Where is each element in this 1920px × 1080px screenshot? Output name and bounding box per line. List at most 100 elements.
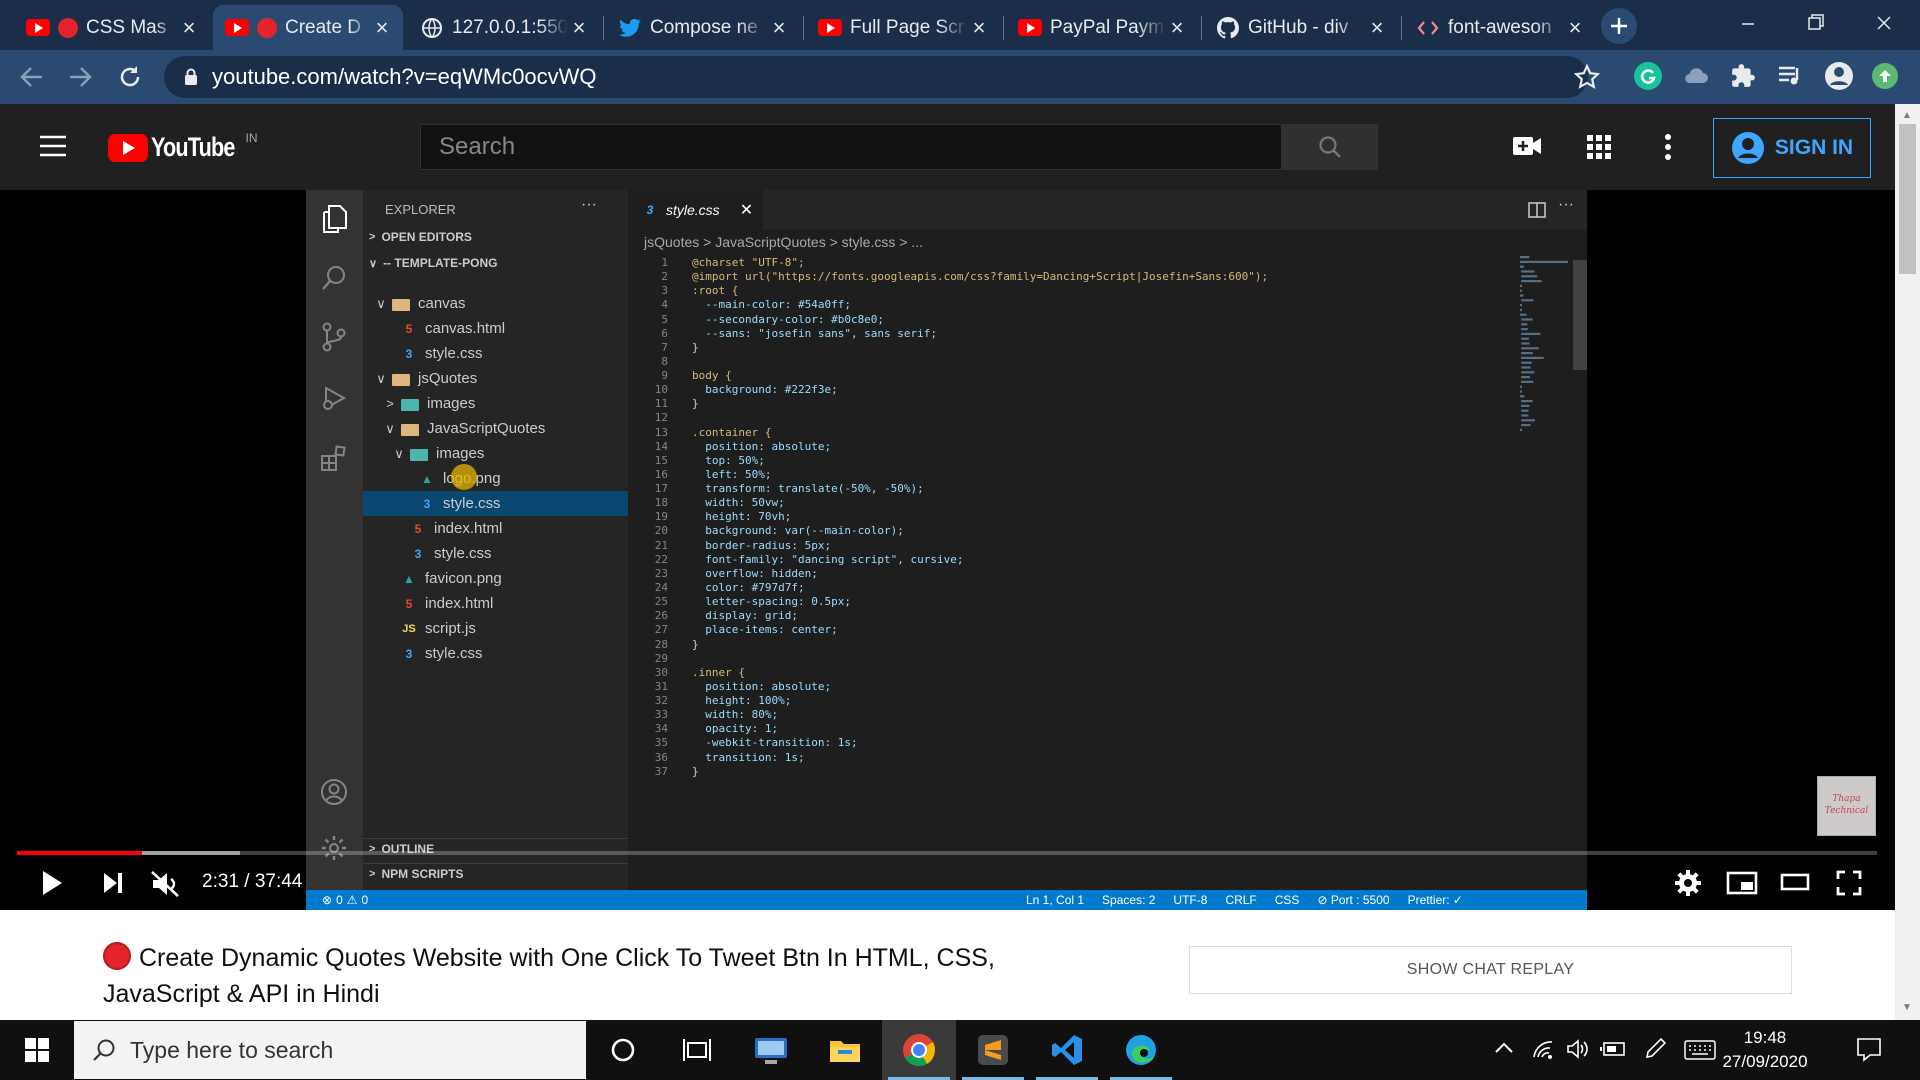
file-explorer-icon[interactable]	[808, 1020, 882, 1080]
pen-ink-icon[interactable]	[1644, 1037, 1666, 1061]
volume-icon[interactable]	[1566, 1038, 1590, 1060]
play-button[interactable]	[40, 870, 64, 896]
minimap-line	[1521, 414, 1529, 417]
vscode-taskbar-icon[interactable]	[1030, 1020, 1104, 1080]
media-queue-icon[interactable]	[1777, 64, 1805, 88]
code-icon	[1416, 16, 1440, 40]
line-number: 2	[661, 270, 668, 284]
close-tab-icon[interactable]: ×	[768, 15, 790, 40]
minimize-window-button[interactable]	[1728, 12, 1768, 36]
code-line: letter-spacing: 0.5px;	[692, 595, 851, 609]
close-window-button[interactable]	[1864, 10, 1904, 36]
tree-item-label: index.html	[425, 595, 494, 612]
tree-item-html: 5 index.html	[363, 591, 628, 616]
minimap-line	[1521, 419, 1535, 422]
address-bar[interactable]: youtube.com/watch?v=eqWMc0ocvWQ	[164, 56, 1588, 98]
search-button[interactable]	[1282, 124, 1378, 170]
profile-avatar-icon[interactable]	[1824, 61, 1854, 91]
show-hidden-icons-chevron-icon[interactable]	[1494, 1040, 1514, 1054]
tree-item-css: 3 style.css	[363, 341, 628, 366]
browser-tab[interactable]: Compose ne ×	[606, 5, 800, 50]
css-file-icon: 3	[405, 346, 413, 361]
time-display: 2:31 / 37:44	[202, 871, 303, 892]
edge-taskbar-icon[interactable]	[1104, 1020, 1178, 1080]
cortana-button[interactable]	[586, 1020, 660, 1080]
scroll-up-arrow[interactable]: ▲	[1902, 110, 1912, 121]
sublime-text-icon[interactable]	[956, 1020, 1030, 1080]
scrollbar-thumb[interactable]	[1899, 124, 1916, 274]
miniplayer-button[interactable]	[1726, 871, 1758, 895]
notifications-icon[interactable]	[1856, 1036, 1882, 1062]
theater-mode-button[interactable]	[1780, 873, 1810, 891]
minimap-line	[1520, 395, 1525, 398]
line-number: 11	[654, 397, 668, 411]
channel-watermark[interactable]: Thapa Technical	[1817, 776, 1876, 836]
restore-window-button[interactable]	[1796, 10, 1836, 36]
reload-button[interactable]	[116, 63, 144, 91]
update-arrow-icon[interactable]	[1872, 63, 1898, 89]
scroll-down-arrow[interactable]: ▼	[1902, 1002, 1912, 1013]
sign-in-button[interactable]: SIGN IN	[1713, 118, 1871, 178]
cloud-extension-icon[interactable]	[1682, 64, 1710, 88]
task-view-button[interactable]	[660, 1020, 734, 1080]
browser-tab[interactable]: CSS Mas ×	[14, 5, 210, 50]
line-number: 13	[654, 425, 668, 439]
youtube-logo[interactable]: YouTube IN	[108, 131, 257, 163]
minimap-line	[1520, 289, 1522, 292]
show-chat-replay-button[interactable]: SHOW CHAT REPLAY	[1189, 946, 1792, 994]
youtube-logo-text: YouTube	[151, 132, 235, 162]
mute-button[interactable]	[150, 870, 182, 898]
forward-button[interactable]	[66, 64, 94, 90]
more-options-icon[interactable]	[1664, 134, 1672, 160]
browser-tab-active[interactable]: Create D ×	[213, 5, 403, 50]
bookmark-star-icon[interactable]	[1574, 64, 1600, 90]
tree-item-label: canvas	[418, 295, 466, 312]
browser-tab[interactable]: PayPal Paym ×	[1006, 5, 1198, 50]
wifi-icon[interactable]	[1532, 1038, 1554, 1060]
windows-start-button[interactable]	[0, 1020, 74, 1080]
folder-icon	[392, 373, 410, 386]
new-tab-button[interactable]	[1601, 8, 1637, 44]
close-tab-icon[interactable]: ×	[1366, 15, 1388, 40]
tree-item-label: images	[427, 395, 476, 412]
tree-item-folder: ∨ canvas	[363, 291, 628, 316]
editor-tab: 3 style.css ✕	[628, 190, 763, 230]
line-number: 23	[654, 566, 668, 580]
video-progress-bar[interactable]	[17, 851, 1877, 855]
remote-desktop-app-icon[interactable]	[734, 1020, 808, 1080]
settings-gear-icon[interactable]	[1674, 869, 1702, 897]
close-tab-icon[interactable]: ×	[968, 15, 990, 40]
youtube-play-logo-icon	[108, 133, 148, 162]
create-video-icon[interactable]	[1512, 134, 1542, 158]
close-tab-icon[interactable]: ×	[1564, 15, 1586, 40]
chrome-taskbar-icon[interactable]	[882, 1020, 956, 1080]
apps-grid-icon[interactable]	[1587, 135, 1611, 159]
css-file-icon: 3	[646, 203, 654, 217]
system-clock[interactable]: 19:48 27/09/2020	[1715, 1026, 1815, 1074]
extensions-puzzle-icon[interactable]	[1730, 63, 1756, 89]
tree-item-label: canvas.html	[425, 320, 506, 337]
hamburger-menu-icon[interactable]	[38, 134, 68, 158]
browser-tab[interactable]: 127.0.0.1:550 ×	[408, 5, 600, 50]
line-number: 15	[654, 453, 668, 467]
taskbar-search-box[interactable]: Type here to search	[74, 1021, 586, 1079]
line-number: 9	[661, 369, 668, 383]
keyboard-icon[interactable]	[1684, 1040, 1716, 1060]
close-tab-icon[interactable]: ×	[371, 15, 393, 40]
fullscreen-button[interactable]	[1836, 870, 1862, 896]
open-editors-section: > OPEN EDITORS	[369, 230, 472, 244]
minimap-line	[1521, 361, 1532, 364]
browser-tab[interactable]: Full Page Scr ×	[806, 5, 1000, 50]
browser-tab[interactable]: font-aweson ×	[1404, 5, 1596, 50]
back-button[interactable]	[18, 64, 46, 90]
next-video-button[interactable]	[102, 872, 124, 894]
search-input[interactable]: Search	[420, 124, 1282, 170]
close-tab-icon[interactable]: ×	[178, 15, 200, 40]
close-tab-icon[interactable]: ×	[568, 15, 590, 40]
grammarly-extension-icon[interactable]	[1634, 62, 1662, 90]
battery-icon[interactable]	[1600, 1040, 1626, 1058]
close-tab-icon[interactable]: ×	[1166, 15, 1188, 40]
tree-item-css: 3 style.css	[363, 641, 628, 666]
page-scrollbar[interactable]: ▲ ▼	[1895, 104, 1920, 1020]
browser-tab[interactable]: GitHub - div ×	[1204, 5, 1398, 50]
